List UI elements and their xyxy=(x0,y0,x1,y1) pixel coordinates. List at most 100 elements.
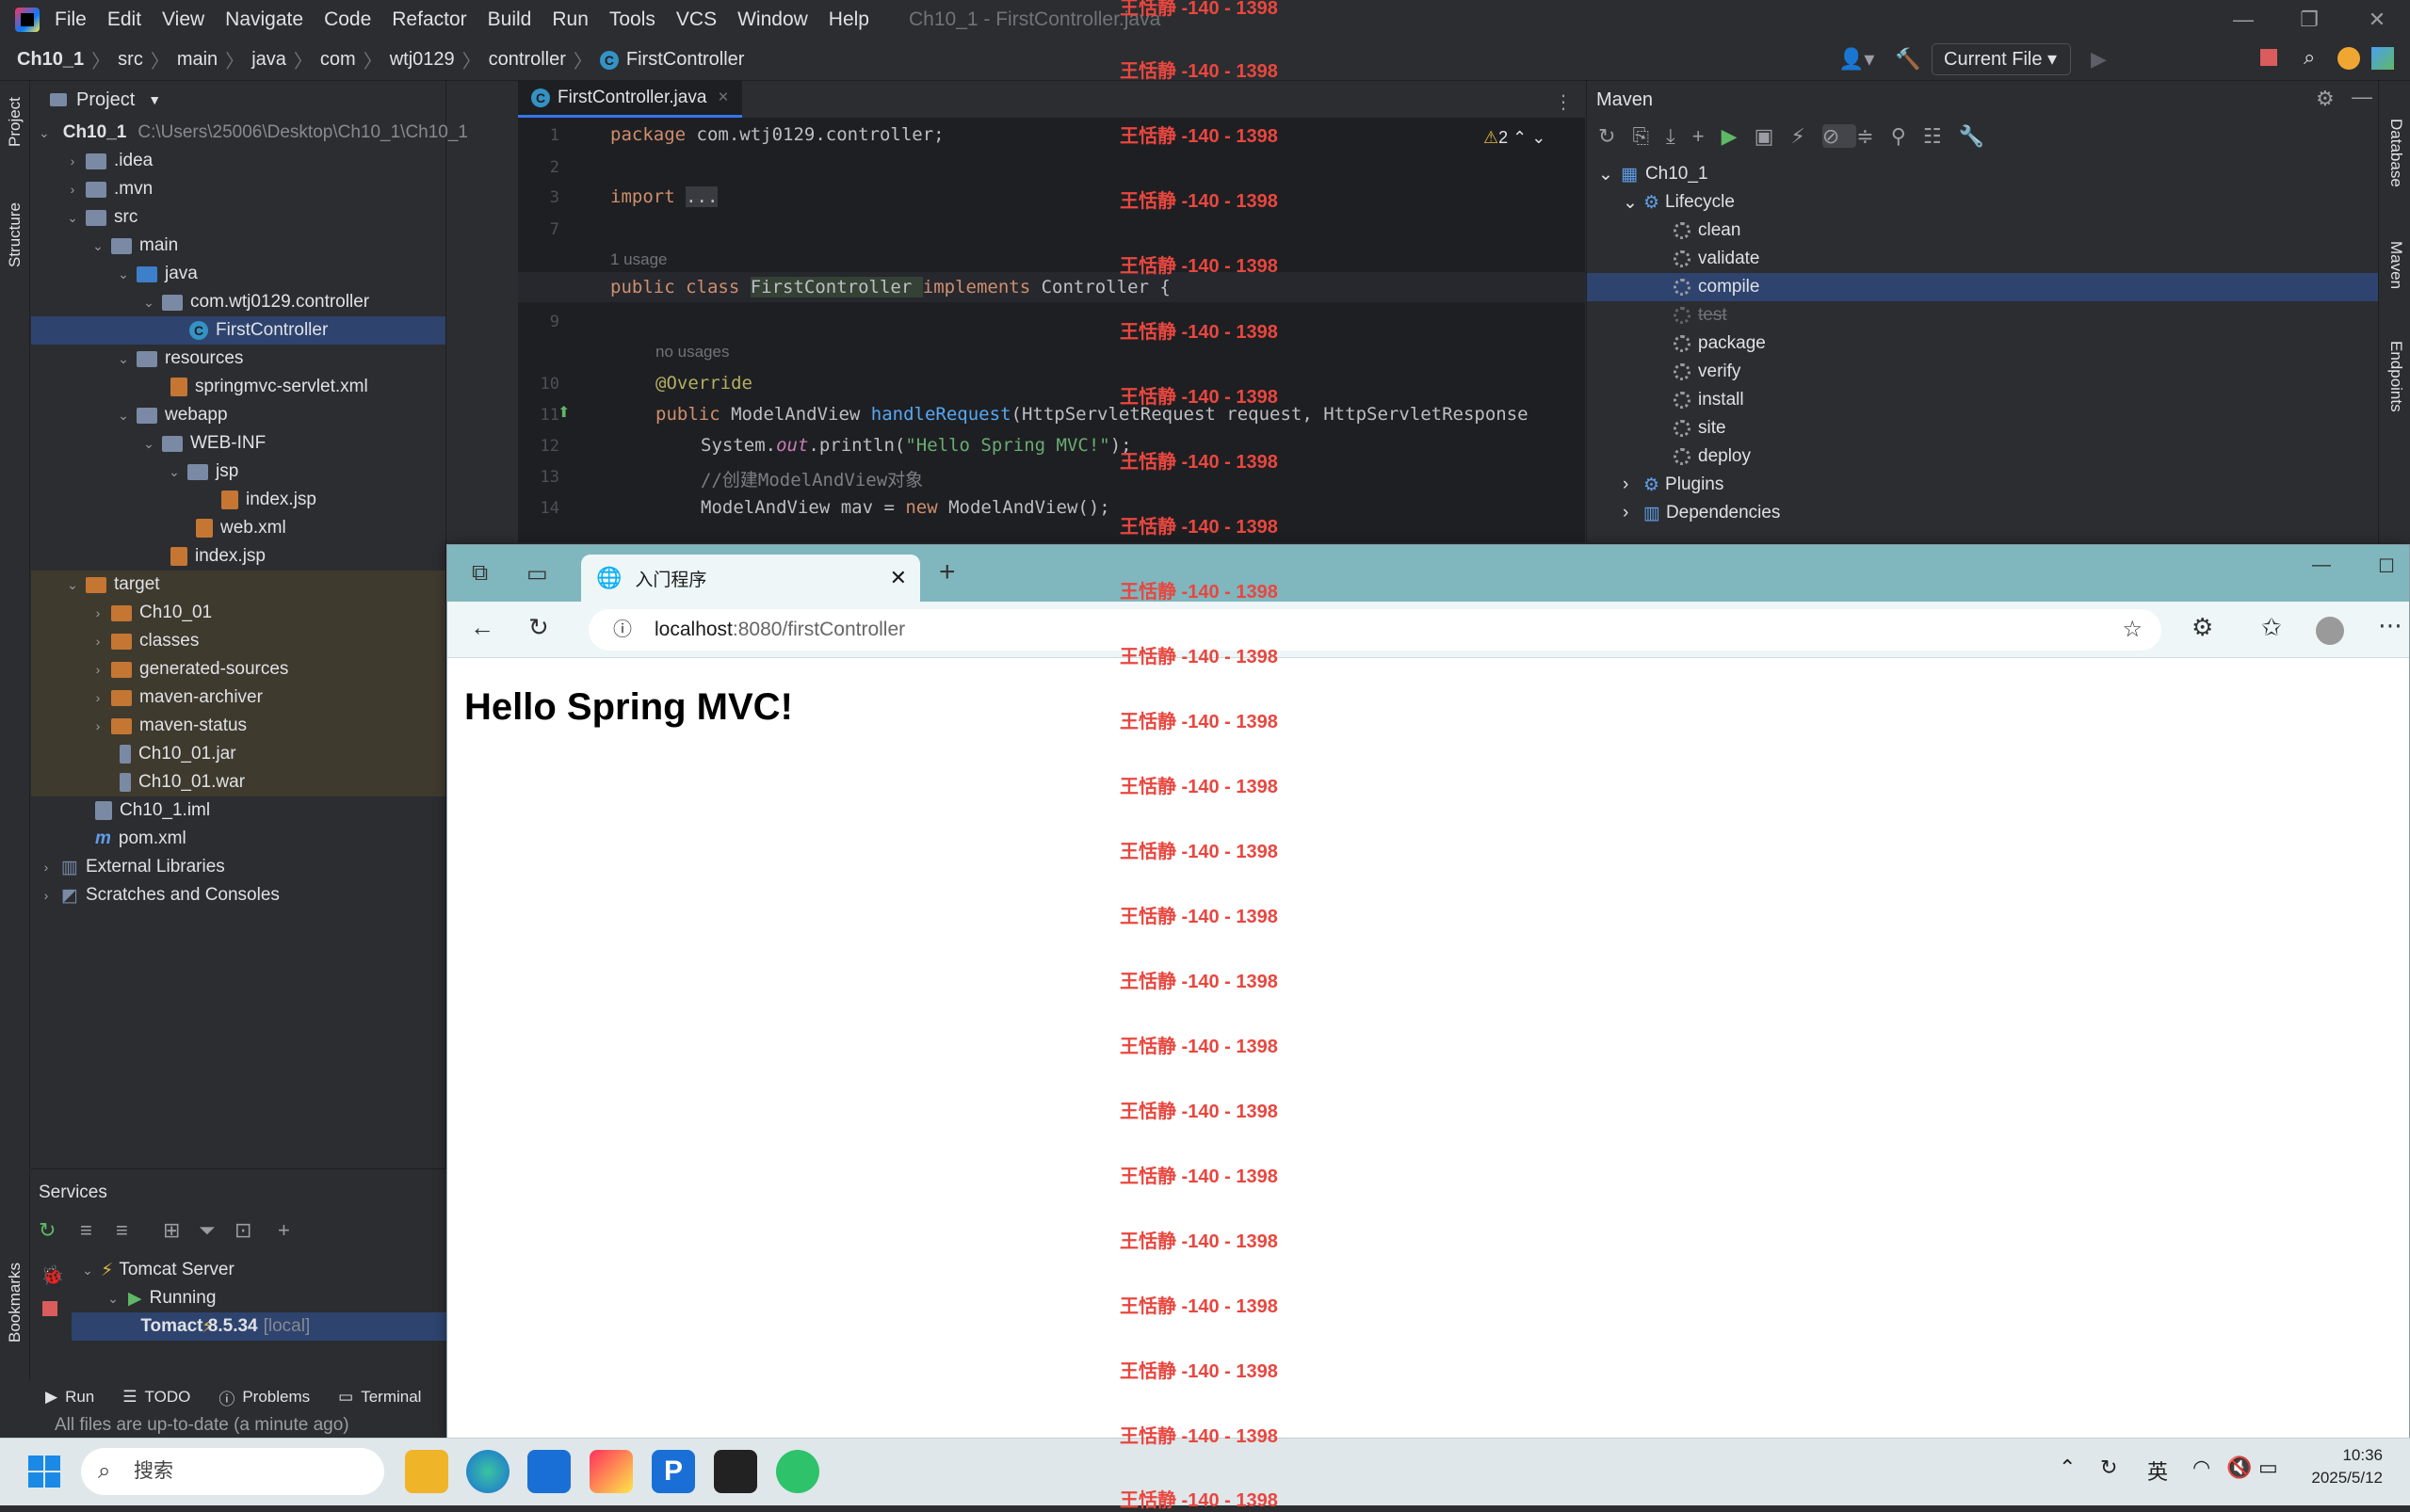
run-config-icon[interactable]: ▣ xyxy=(1755,124,1791,148)
new-tab-icon[interactable]: + xyxy=(939,556,956,588)
battery-icon[interactable]: ▭ xyxy=(2258,1456,2278,1480)
menu-view[interactable]: View xyxy=(162,8,204,31)
menu-help[interactable]: Help xyxy=(829,8,869,31)
warnings-indicator[interactable]: ⚠2 ⌃ ⌄ xyxy=(1483,128,1545,148)
tab-actions-icon[interactable]: ▭ xyxy=(526,560,548,587)
problems-tool-tab[interactable]: Problems xyxy=(242,1388,310,1407)
update-icon[interactable] xyxy=(2337,47,2360,70)
breadcrumb-src[interactable]: src xyxy=(118,49,143,71)
stop-icon[interactable] xyxy=(2260,49,2277,66)
new-tab-icon[interactable]: ⊡ xyxy=(235,1218,251,1243)
tree-item[interactable]: springmvc-servlet.xml xyxy=(31,373,445,401)
breadcrumb-controller[interactable]: controller xyxy=(489,49,566,71)
maven-goal-validate[interactable]: validate xyxy=(1587,245,2378,273)
tree-item[interactable]: › .mvn xyxy=(31,175,445,203)
breadcrumb-wtj0129[interactable]: wtj0129 xyxy=(390,49,455,71)
collapse-icon[interactable]: ≑ xyxy=(1856,124,1890,148)
tree-item[interactable]: ⌄ webapp xyxy=(31,401,445,429)
tree-item[interactable]: ⌄ target xyxy=(31,571,445,599)
tree-item[interactable]: › .idea xyxy=(31,147,445,175)
stop-server-icon[interactable] xyxy=(42,1301,57,1316)
tree-item[interactable]: ⌄ jsp xyxy=(31,458,445,486)
menu-refactor[interactable]: Refactor xyxy=(392,8,466,31)
endpoints-tool-tab[interactable]: Endpoints xyxy=(2386,341,2405,412)
store-icon[interactable] xyxy=(527,1450,571,1493)
tree-item[interactable]: ⌄ src xyxy=(31,203,445,232)
close-icon[interactable]: ✕ xyxy=(2349,4,2405,36)
breadcrumb-main[interactable]: main xyxy=(177,49,218,71)
workspaces-icon[interactable]: ⧉ xyxy=(472,560,488,587)
favorites-icon[interactable]: ✩ xyxy=(2261,613,2282,642)
close-tab-icon[interactable]: ✕ xyxy=(890,566,907,590)
sync-icon[interactable]: ↻ xyxy=(2100,1456,2117,1480)
close-tab-icon[interactable]: × xyxy=(718,88,728,108)
hide-panel-icon[interactable]: — xyxy=(2352,85,2372,109)
tree-item[interactable]: m pom.xml xyxy=(31,825,445,853)
run-tool-tab[interactable]: Run xyxy=(65,1388,94,1407)
menu-file[interactable]: File xyxy=(55,8,87,31)
intellij-icon[interactable] xyxy=(590,1450,633,1493)
add-service-icon[interactable]: + xyxy=(278,1218,290,1243)
maven-goal-compile[interactable]: compile xyxy=(1587,273,2378,301)
wechat-icon[interactable] xyxy=(776,1450,819,1493)
more-menu-icon[interactable]: ⋯ xyxy=(2378,611,2402,640)
project-panel-title[interactable]: Project xyxy=(76,89,135,111)
expand-all-icon[interactable]: ≡ xyxy=(80,1218,92,1243)
tree-item[interactable]: Ch10_01.war xyxy=(31,768,445,796)
bookmarks-tool-tab[interactable]: Bookmarks xyxy=(6,1263,24,1343)
toggle-offline-icon[interactable]: ⚡ xyxy=(1790,124,1821,148)
debug-icon[interactable]: 🐞 xyxy=(40,1263,64,1287)
maven-goal-deploy[interactable]: deploy xyxy=(1587,442,2378,471)
clock[interactable]: 10:36 2025/5/12 xyxy=(2302,1446,2383,1488)
tree-item[interactable]: › ▥ External Libraries xyxy=(31,853,445,881)
maven-goal-clean[interactable]: clean xyxy=(1587,217,2378,245)
wifi-icon[interactable]: ◠ xyxy=(2192,1456,2210,1480)
tree-item[interactable]: ⌄ com.wtj0129.controller xyxy=(31,288,445,316)
maven-root-node[interactable]: ⌄ ▦ Ch10_1 xyxy=(1587,160,2378,188)
plugins-node[interactable]: › ⚙ Plugins xyxy=(1587,471,2378,499)
tree-item[interactable]: index.jsp xyxy=(31,542,445,571)
tree-item[interactable]: Ch10_1.iml xyxy=(31,796,445,825)
structure-tool-tab[interactable]: Structure xyxy=(6,202,24,267)
maven-goal-verify[interactable]: verify xyxy=(1587,358,2378,386)
minimize-icon[interactable]: — xyxy=(2215,4,2272,36)
run-icon[interactable]: ▶ xyxy=(2091,47,2107,72)
usage-hint[interactable]: no usages xyxy=(655,343,729,362)
lifecycle-node[interactable]: ⌄ ⚙ Lifecycle xyxy=(1587,188,2378,217)
code-editor[interactable]: C FirstController.java × ⋮ ⚠2 ⌃ ⌄ 1 2 3 7 … xyxy=(518,80,1585,542)
run-config-select[interactable]: Current File ▾ xyxy=(1932,43,2071,75)
tree-item[interactable]: ⌄ main xyxy=(31,232,445,260)
search-icon[interactable]: ⌕ xyxy=(2304,45,2315,70)
browser-maximize-icon[interactable]: ☐ xyxy=(2378,555,2395,578)
tree-item[interactable]: › ◩ Scratches and Consoles xyxy=(31,881,445,909)
analyze-icon[interactable]: ☷ xyxy=(1923,124,1959,148)
tree-item[interactable]: › maven-status xyxy=(31,712,445,740)
maven-wrench-icon[interactable]: 🔧 xyxy=(1959,124,2001,148)
build-hammer-icon[interactable]: 🔨 xyxy=(1895,47,1920,72)
refresh-icon[interactable]: ↻ xyxy=(528,613,549,642)
address-bar[interactable]: ⓘ localhost:8080/firstController ☆ xyxy=(589,609,2161,651)
todo-tool-tab[interactable]: TODO xyxy=(145,1388,191,1407)
maven-goal-install[interactable]: install xyxy=(1587,386,2378,414)
filter-icon[interactable]: ⏷ xyxy=(199,1218,216,1243)
rerun-icon[interactable]: ↻ xyxy=(39,1218,56,1243)
volume-icon[interactable]: 🔇 xyxy=(2226,1456,2252,1480)
running-node[interactable]: ⌄ ▶ Running xyxy=(31,1284,446,1312)
breadcrumb-com[interactable]: com xyxy=(320,49,356,71)
tree-root[interactable]: ⌄ Ch10_1 C:\Users\25006\Desktop\Ch10_1\Ch1… xyxy=(31,119,468,147)
file-explorer-icon[interactable] xyxy=(405,1450,448,1493)
generate-sources-icon[interactable]: ⎘ xyxy=(1632,124,1666,148)
taskbar-search[interactable]: ⌕ 搜索 xyxy=(81,1448,384,1495)
back-icon[interactable]: ← xyxy=(470,613,494,642)
maven-settings-icon[interactable]: ⚙ xyxy=(2316,87,2335,111)
menu-build[interactable]: Build xyxy=(488,8,532,31)
tree-item[interactable]: ⌄ WEB-INF xyxy=(31,429,445,458)
dependencies-node[interactable]: › ▥ Dependencies xyxy=(1587,499,2378,527)
ime-indicator[interactable]: 英 xyxy=(2147,1456,2168,1486)
tree-item[interactable]: web.xml xyxy=(31,514,445,542)
site-info-icon[interactable]: ⓘ xyxy=(613,609,632,651)
add-project-icon[interactable]: + xyxy=(1692,124,1722,148)
tree-item-selected[interactable]: C FirstController xyxy=(31,316,445,345)
menu-code[interactable]: Code xyxy=(324,8,371,31)
maven-goal-test[interactable]: test xyxy=(1587,301,2378,330)
